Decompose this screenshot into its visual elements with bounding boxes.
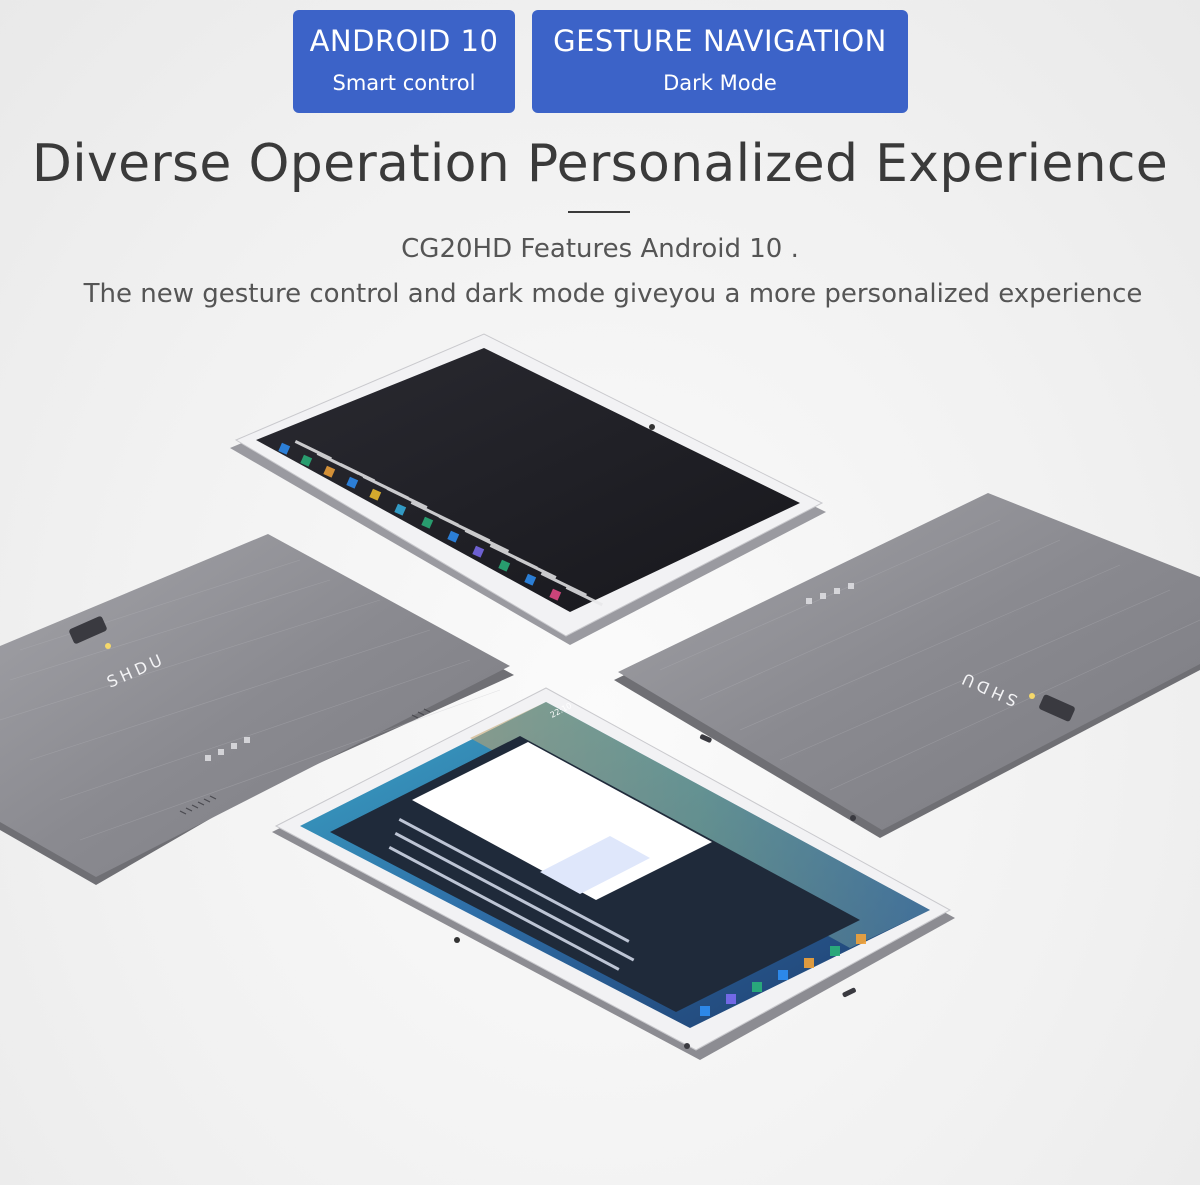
- usb-port: [842, 987, 856, 998]
- headphone-jack: [684, 1043, 690, 1049]
- front-camera: [649, 424, 655, 430]
- front-camera: [454, 937, 460, 943]
- flash: [105, 643, 111, 649]
- tablets-illustration: SHDU SHDU 22:10: [0, 333, 1200, 1060]
- flash: [1029, 693, 1035, 699]
- headphone-jack: [850, 815, 856, 821]
